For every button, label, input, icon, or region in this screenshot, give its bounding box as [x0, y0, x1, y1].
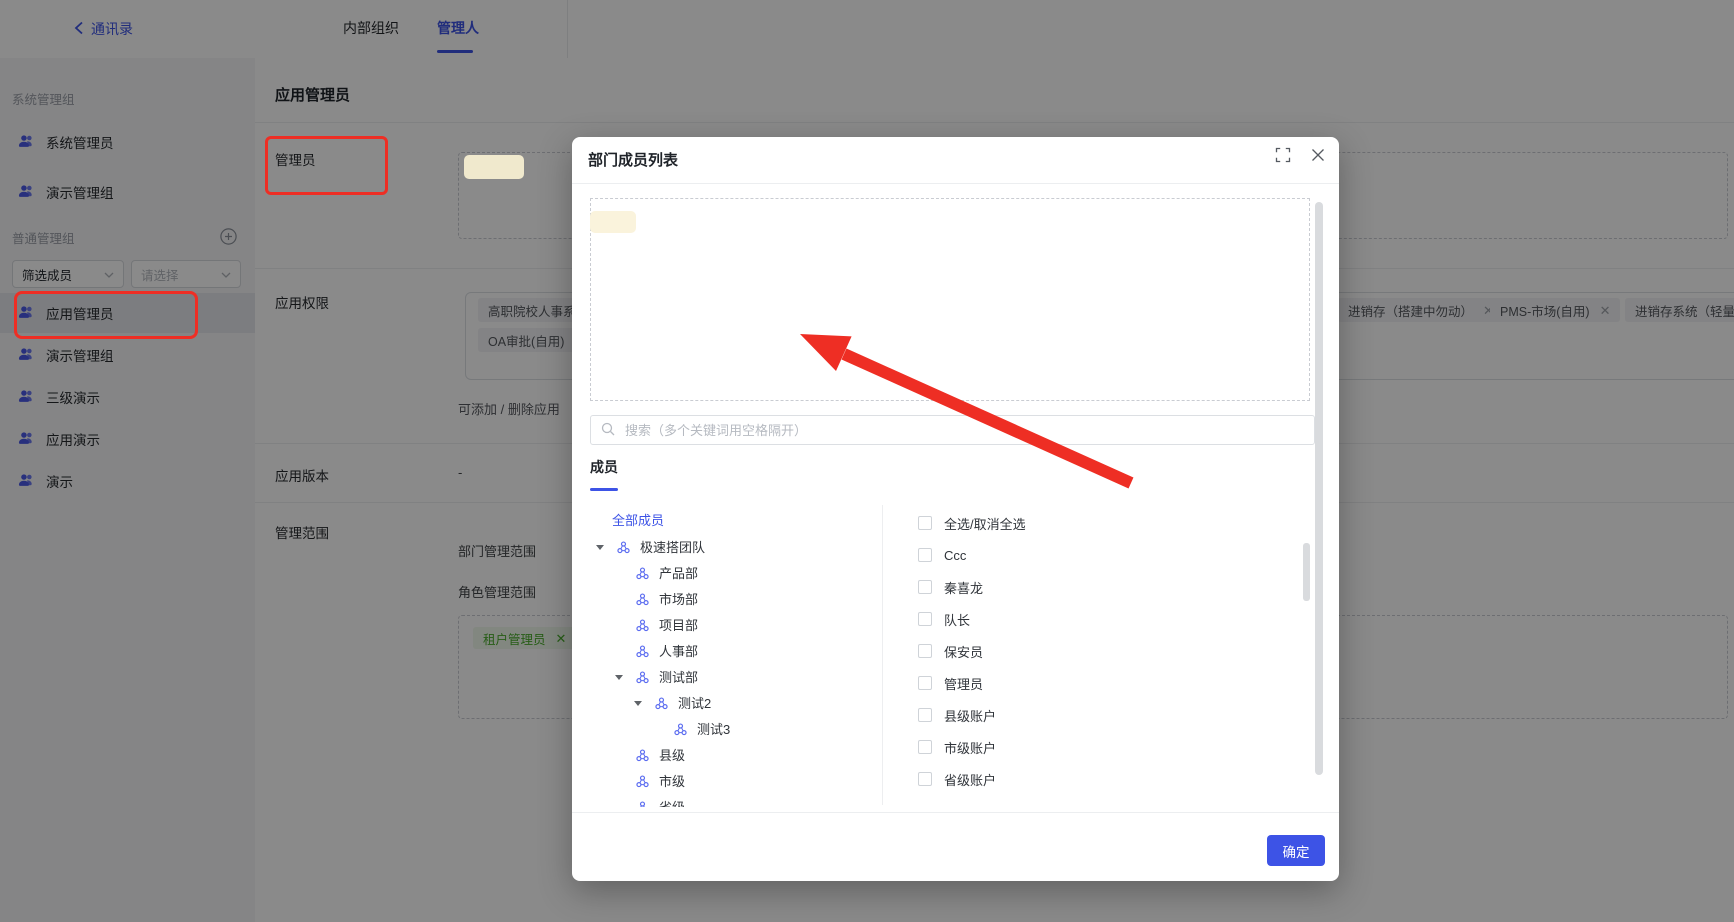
- member-label: 市级账户: [944, 740, 997, 756]
- member-label: 县级账户: [944, 708, 997, 724]
- checkbox[interactable]: [918, 516, 932, 530]
- search-icon: [601, 422, 615, 439]
- checkbox[interactable]: [918, 676, 932, 690]
- divider: [882, 505, 883, 805]
- department-icon: [635, 618, 650, 636]
- checkbox[interactable]: [918, 740, 932, 754]
- member-search-box: [590, 415, 1315, 445]
- annotation-highlight-admin-label: [265, 136, 388, 195]
- tree-node-label: 测试部: [659, 670, 699, 685]
- member-row-县级账户[interactable]: 县级账户: [918, 702, 996, 728]
- department-icon: [673, 722, 688, 740]
- member-label: 全选/取消全选: [944, 516, 1026, 532]
- divider: [572, 183, 1339, 184]
- caret-down-icon[interactable]: [596, 545, 604, 550]
- active-tab-underline: [590, 488, 618, 491]
- annotation-highlight-sidebar-item: [14, 291, 198, 339]
- checkbox[interactable]: [918, 708, 932, 722]
- tree-node-县级[interactable]: 县级: [590, 743, 880, 769]
- member-row-保安员[interactable]: 保安员: [918, 638, 983, 664]
- caret-down-icon[interactable]: [634, 701, 642, 706]
- dialog-title: 部门成员列表: [588, 152, 679, 169]
- tree-node-省级[interactable]: 省级: [590, 795, 880, 807]
- selected-members-area[interactable]: [590, 198, 1310, 401]
- member-label: 队长: [944, 612, 971, 628]
- tree-node-人事部[interactable]: 人事部: [590, 639, 880, 665]
- tree-node-label: 项目部: [659, 618, 699, 633]
- member-row-省级账户[interactable]: 省级账户: [918, 766, 996, 792]
- member-row-市级账户[interactable]: 市级账户: [918, 734, 996, 760]
- tree-node-label: 县级: [659, 748, 686, 763]
- member-label: Ccc: [944, 547, 967, 563]
- department-icon: [635, 644, 650, 662]
- all-members-link[interactable]: 全部成员: [612, 506, 664, 532]
- tree-node-label: 极速搭团队: [640, 540, 706, 555]
- list-scrollbar[interactable]: [1303, 543, 1310, 601]
- tree-node-测试2[interactable]: 测试2: [590, 691, 880, 717]
- fullscreen-icon[interactable]: [1275, 147, 1293, 165]
- member-label: 省级账户: [944, 772, 997, 788]
- checkbox[interactable]: [918, 772, 932, 786]
- tree-node-产品部[interactable]: 产品部: [590, 561, 880, 587]
- department-icon: [635, 800, 650, 807]
- tree-node-市场部[interactable]: 市场部: [590, 587, 880, 613]
- member-label: 管理员: [944, 676, 984, 692]
- department-icon: [635, 748, 650, 766]
- caret-down-icon[interactable]: [615, 675, 623, 680]
- department-icon: [616, 540, 631, 558]
- tree-node-label: 市场部: [659, 592, 699, 607]
- modal-scrollbar[interactable]: [1315, 202, 1323, 775]
- member-label: 保安员: [944, 644, 984, 660]
- checkbox[interactable]: [918, 580, 932, 594]
- confirm-button[interactable]: 确定: [1267, 835, 1325, 866]
- tree-node-极速搭团队[interactable]: 极速搭团队: [590, 535, 880, 561]
- department-icon: [635, 592, 650, 610]
- member-row-Ccc[interactable]: Ccc: [918, 542, 966, 568]
- department-icon: [635, 566, 650, 584]
- redacted-name-tag: [590, 211, 636, 233]
- member-checkbox-list: 全选/取消全选 Ccc 秦喜龙队长保安员管理员县级账户市级账户省级账户: [918, 509, 1298, 807]
- checkbox[interactable]: [918, 612, 932, 626]
- department-tree: 全部成员 极速搭团队产品部市场部项目部人事部测试部测试2 测试3 县级市级省级: [590, 502, 880, 807]
- department-icon: [635, 670, 650, 688]
- tree-node-label: 产品部: [659, 566, 699, 581]
- member-row-秦喜龙[interactable]: 秦喜龙: [918, 574, 983, 600]
- dept-member-dialog: 部门成员列表 成员 全部成员 极速搭团队产品部市场部项目部人事部测试部测试2 测试…: [572, 137, 1339, 881]
- search-input[interactable]: [623, 421, 1304, 439]
- member-label: 秦喜龙: [944, 580, 984, 596]
- tree-node-项目部[interactable]: 项目部: [590, 613, 880, 639]
- tree-node-测试3[interactable]: 测试3: [590, 717, 880, 743]
- tree-node-label: 测试2: [678, 696, 712, 711]
- tab-members[interactable]: 成员: [590, 457, 618, 477]
- divider: [572, 812, 1339, 813]
- checkbox[interactable]: [918, 548, 932, 562]
- department-icon: [654, 696, 669, 714]
- select-all-row[interactable]: 全选/取消全选: [918, 510, 1026, 536]
- member-row-队长[interactable]: 队长: [918, 606, 970, 632]
- tree-node-label: 省级: [659, 800, 685, 807]
- tree-node-测试部[interactable]: 测试部: [590, 665, 880, 691]
- close-icon[interactable]: [1310, 147, 1328, 165]
- checkbox[interactable]: [918, 644, 932, 658]
- tree-node-label: 测试3: [697, 722, 731, 737]
- department-icon: [635, 774, 650, 792]
- tree-node-市级[interactable]: 市级: [590, 769, 880, 795]
- tree-node-label: 市级: [659, 774, 686, 789]
- tree-node-label: 人事部: [659, 644, 699, 659]
- redacted-name-tag: [464, 155, 524, 179]
- app-screen: 通讯录 内部组织 管理人 系统管理组 系统管理员 演示管理组 普通管理组 筛选成员…: [0, 0, 1734, 922]
- member-row-管理员[interactable]: 管理员: [918, 670, 983, 696]
